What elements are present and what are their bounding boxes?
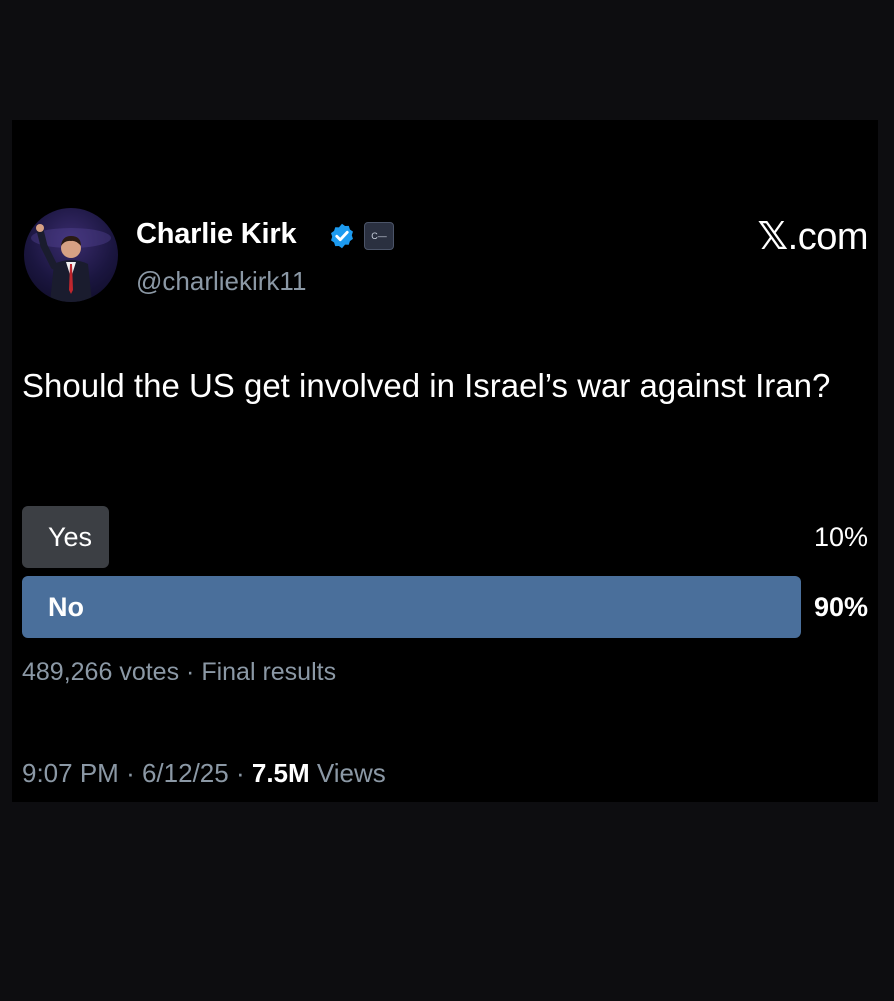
poll-option-label: No [48,592,84,622]
author-handle[interactable]: @charliekirk11 [136,266,306,297]
avatar[interactable] [24,208,118,302]
poll-option-label: Yes [48,522,93,552]
tweet-date[interactable]: 6/12/25 [142,758,229,788]
views-count: 7.5M [251,758,310,788]
verified-check-icon [331,223,353,249]
poll-summary: 489,266 votes · Final results [22,658,336,687]
views-label: Views [316,758,386,788]
tweet-text: Should the US get involved in Israel’s w… [22,367,831,404]
poll-option-percent: 10% [813,522,868,552]
poll-status: Final results [201,658,337,686]
poll-option-yes[interactable]: Yes 10% [22,506,868,568]
x-logo-icon: 𝕏 [757,216,789,258]
poll-option-no[interactable]: No 90% [22,576,868,638]
tweet-meta: 9:07 PM · 6/12/25 · 7.5M Views [22,758,386,789]
affiliate-badge-icon[interactable]: C— [364,222,394,250]
tweet-card: Charlie Kirk C— @charliekirk11 𝕏.com Sho… [12,120,878,802]
poll-result-bar [22,576,801,638]
separator-dot: · [235,758,245,788]
brand-mark: 𝕏.com [757,214,869,259]
separator-dot: · [126,758,135,788]
poll-option-percent: 90% [813,592,868,622]
author-display-name[interactable]: Charlie Kirk [136,218,297,251]
poll-vote-count: 489,266 votes [22,658,180,686]
separator-dot: · [186,658,195,686]
brand-domain: .com [787,216,869,258]
tweet-time[interactable]: 9:07 PM [22,758,119,788]
